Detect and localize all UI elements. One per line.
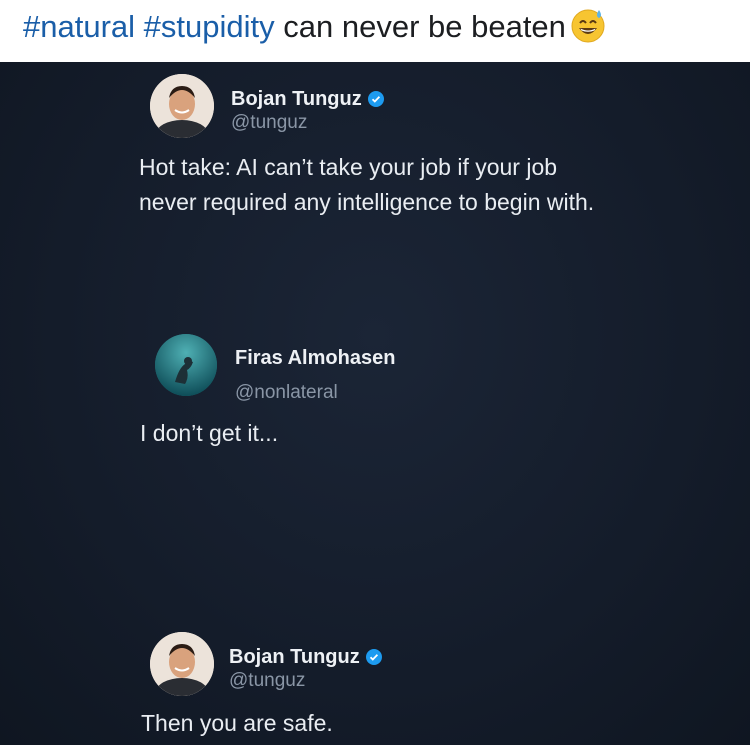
author-handle[interactable]: @tunguz <box>229 670 305 692</box>
tweet-text: Hot take: AI can’t take your job if your… <box>139 154 595 215</box>
post-caption: #natural #stupidity can never be beaten <box>0 0 750 62</box>
grinning-sweat-emoji-icon <box>571 9 605 43</box>
avatar[interactable] <box>155 334 217 396</box>
verified-badge-icon <box>367 91 384 107</box>
author-handle[interactable]: @tunguz <box>231 112 307 134</box>
tweet-text: Then you are safe. <box>141 710 333 736</box>
person-avatar-icon <box>150 632 214 696</box>
hashtag-stupidity[interactable]: #stupidity <box>144 9 275 44</box>
author-name-text: Bojan Tunguz <box>229 646 360 668</box>
caption-text: #natural #stupidity can never be beaten <box>23 7 606 47</box>
author-name[interactable]: Bojan Tunguz <box>229 646 382 669</box>
author-name-text: Firas Almohasen <box>235 347 396 369</box>
tweet-text: I don’t get it... <box>140 420 279 446</box>
tweet-1[interactable]: Bojan Tunguz @tunguz Hot take: AI can’t … <box>0 62 750 262</box>
avatar[interactable] <box>150 74 214 138</box>
author-name[interactable]: Bojan Tunguz <box>231 88 384 111</box>
avatar[interactable] <box>150 632 214 696</box>
tweet-screenshot: Bojan Tunguz @tunguz Hot take: AI can’t … <box>0 62 750 745</box>
person-avatar-icon <box>150 74 214 138</box>
tweet-3[interactable]: Bojan Tunguz @tunguz Then you are safe. <box>0 622 750 745</box>
caption-body: can never be beaten <box>283 9 566 44</box>
underwater-figure-avatar-icon <box>155 334 217 396</box>
tweet-2[interactable]: Firas Almohasen @nonlateral I don’t get … <box>0 322 750 472</box>
author-name-text: Bojan Tunguz <box>231 88 362 110</box>
author-handle[interactable]: @nonlateral <box>235 382 338 404</box>
hashtag-natural[interactable]: #natural <box>23 9 135 44</box>
verified-badge-icon <box>365 649 382 665</box>
author-name[interactable]: Firas Almohasen <box>235 347 395 370</box>
